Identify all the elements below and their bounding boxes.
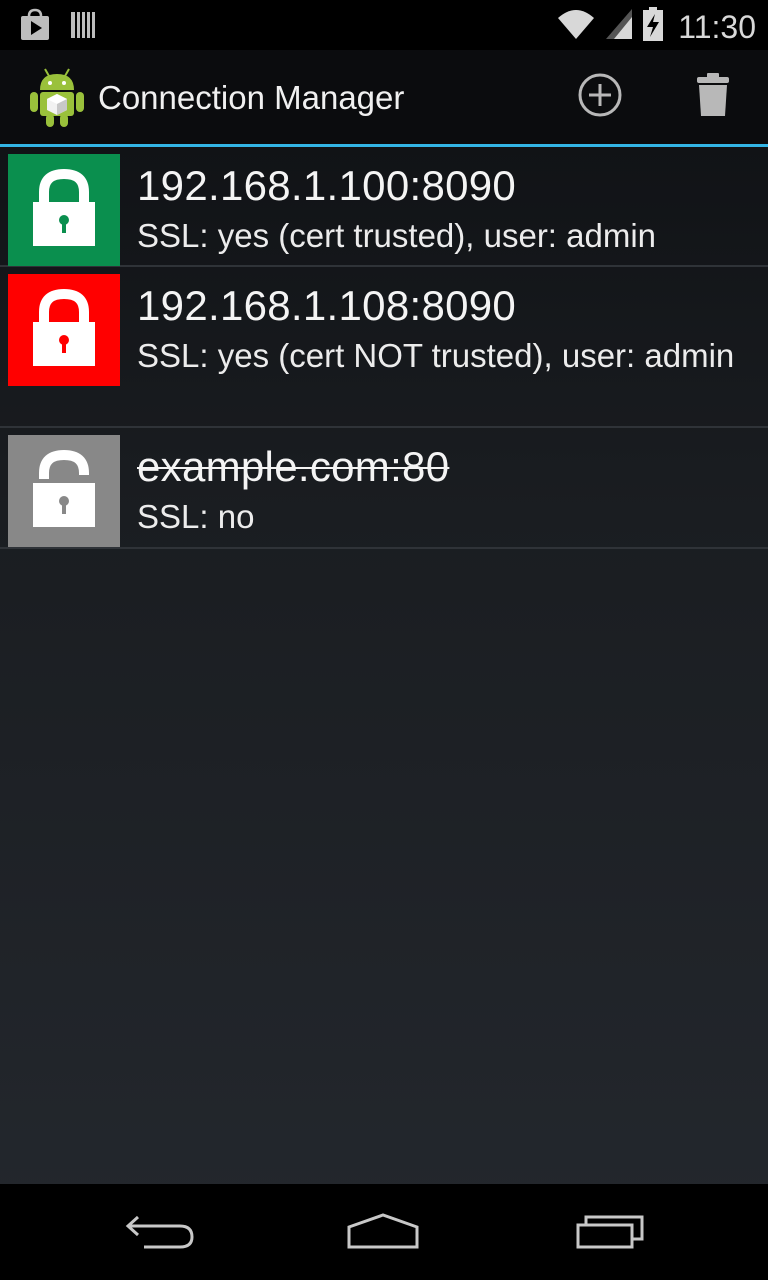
connection-address: 192.168.1.108:8090 [137,282,517,329]
clock: 11:30 [678,8,756,45]
connection-row-trusted[interactable]: 192.168.1.100:8090 SSL: yes (cert truste… [0,147,768,267]
unlock-icon [29,449,99,534]
connection-row-untrusted[interactable]: 192.168.1.108:8090 SSL: yes (cert NOT tr… [0,267,768,428]
connection-text: 192.168.1.108:8090 SSL: yes (cert NOT tr… [137,267,768,376]
wifi-icon [556,7,596,46]
connection-details: SSL: yes (cert trusted), user: admin [137,217,657,254]
lock-icon [29,288,99,373]
connection-text: 192.168.1.100:8090 SSL: yes (cert truste… [137,147,768,256]
recents-icon [574,1211,646,1256]
android-app-icon[interactable] [28,66,86,128]
screen: 11:30 Connection Manager 192.168.1.100:8… [0,0,768,1280]
home-icon [345,1211,421,1256]
barcode-icon [70,10,96,45]
delete-button[interactable] [688,72,738,122]
trash-icon [695,72,731,123]
connection-text: example.com:80 SSL: no [137,428,768,537]
app-title: Connection Manager [98,79,405,116]
signal-icon [604,7,634,46]
add-icon [577,72,623,123]
system-status: 11:30 [556,6,756,47]
action-bar: Connection Manager [0,50,768,147]
connection-details: SSL: yes (cert NOT trusted), user: admin [137,337,735,374]
back-button[interactable] [115,1208,205,1258]
connection-details: SSL: no [137,498,255,535]
home-button[interactable] [338,1208,428,1258]
recents-button[interactable] [565,1208,655,1258]
navigation-bar [0,1184,768,1280]
connection-address: example.com:80 [137,443,450,490]
notification-icons [18,8,96,47]
play-store-icon [18,8,52,47]
connection-list: 192.168.1.100:8090 SSL: yes (cert truste… [0,147,768,549]
lock-status-tile [8,154,120,266]
back-icon [124,1211,196,1256]
lock-status-tile [8,274,120,386]
lock-icon [29,168,99,253]
status-bar: 11:30 [0,0,768,50]
battery-charging-icon [642,6,664,47]
connection-row-disabled[interactable]: example.com:80 SSL: no [0,428,768,549]
lock-status-tile [8,435,120,547]
add-connection-button[interactable] [575,72,625,122]
connection-address: 192.168.1.100:8090 [137,162,517,209]
